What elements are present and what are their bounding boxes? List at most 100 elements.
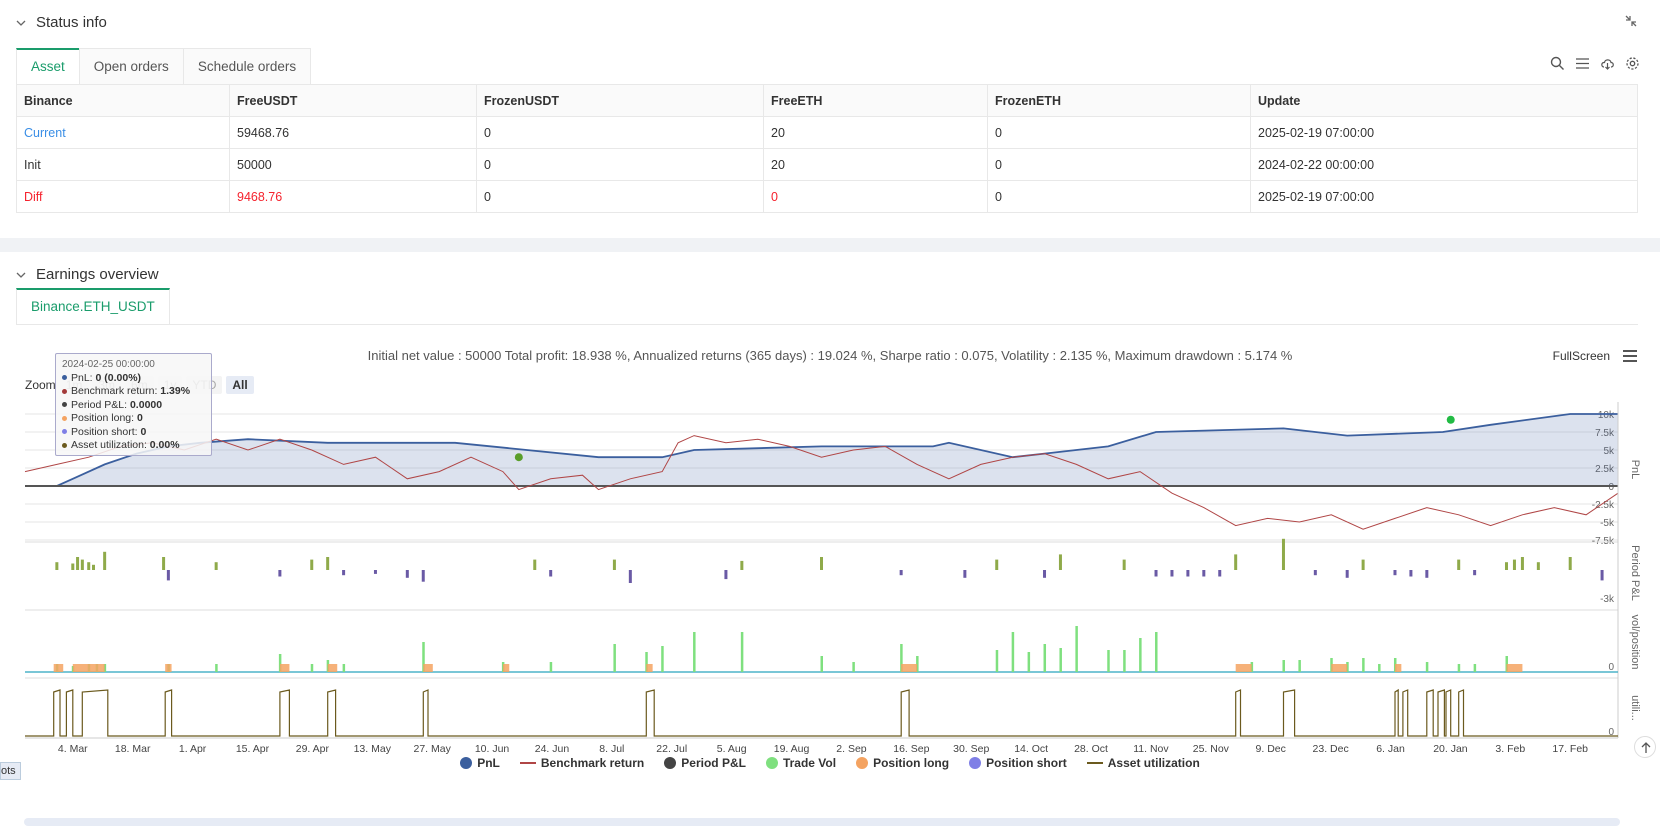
position-long-block [165,664,172,672]
scroll-top-button[interactable] [1634,736,1656,758]
trade-vol-bar [310,664,314,672]
legend-label: PnL [477,756,500,770]
legend-label: Benchmark return [540,756,645,770]
x-tick-label: 16. Sep [893,743,929,755]
trade-vol-bar [661,646,664,672]
position-long-block [1235,664,1252,672]
tab-open-orders[interactable]: Open orders [78,48,184,84]
x-tick-label: 14. Oct [1014,743,1048,755]
legend-marker [765,757,778,769]
period-pnl-bar [421,570,425,582]
hamburger-menu-icon[interactable] [1622,349,1638,363]
x-tick-label: 30. Sep [953,743,989,755]
trade-vol-bar [1123,650,1126,672]
position-long-block [1394,664,1402,672]
period-pnl-bar [963,570,967,578]
period-pnl-bar [1345,570,1349,578]
collapse-icon[interactable] [1624,14,1638,28]
table-cell: 2024-02-22 00:00:00 [1250,148,1638,181]
trade-vol-bar [613,644,616,672]
pnl-area [25,414,1618,486]
x-tick-label: 4. Mar [58,743,88,755]
col-header[interactable]: FrozenETH [987,84,1251,117]
tooltip-row: Position short: 0 [62,426,205,440]
period-pnl-bar [71,563,75,570]
chevron-down-icon[interactable] [16,270,26,280]
col-header[interactable]: Binance [16,84,230,117]
status-header[interactable]: Status info [16,14,107,31]
trade-vol-bar [1473,664,1477,672]
position-long-block [53,664,64,672]
fullscreen-button[interactable]: FullScreen [1553,349,1610,363]
col-header[interactable]: Update [1250,84,1638,117]
earnings-tabs: Binance.ETH_USDT [16,288,1638,325]
chart-navigator-scrollbar[interactable] [24,818,1620,826]
x-tick-label: 15. Apr [236,743,270,755]
gear-icon[interactable] [1625,56,1640,71]
tab-asset[interactable]: Asset [16,48,80,84]
period-pnl-bar [1058,554,1062,570]
period-tick-label: -3k [1600,594,1615,605]
period-pnl-bar [1170,570,1174,577]
legend-item[interactable]: Position long [856,756,949,770]
period-pnl-bar [55,562,59,570]
x-tick-label: 24. Jun [535,743,570,755]
period-pnl-bar [103,551,107,570]
legend-marker [460,757,473,769]
legend-label: Trade Vol [782,756,837,770]
row-label-current[interactable]: Current [16,116,230,149]
period-pnl-bar [820,557,823,570]
chevron-down-icon[interactable] [16,18,26,28]
legend-item[interactable]: Position short [969,756,1067,770]
x-tick-label: 18. Mar [115,743,151,755]
x-tick-label: 25. Nov [1193,743,1230,755]
trade-vol-bar [1075,626,1078,672]
legend-item[interactable]: Period P&L [664,756,746,770]
legend-label: Asset utilization [1107,756,1200,770]
period-pnl-bar [1281,538,1285,570]
table-cell: 2025-02-19 07:00:00 [1250,180,1638,213]
trade-vol-bar [549,662,553,672]
cloud-download-icon[interactable] [1600,56,1615,71]
trade-vol-bar [1362,658,1365,672]
legend-item[interactable]: PnL [460,756,500,770]
period-pnl-bar [166,570,170,581]
col-header[interactable]: FreeETH [763,84,988,117]
panel-axis-label: vol/position [1629,614,1641,669]
table-row: Init 50000 0 20 0 2024-02-22 00:00:00 [16,148,1638,181]
tab-schedule-orders[interactable]: Schedule orders [182,48,312,84]
tab-binance-eth-usdt[interactable]: Binance.ETH_USDT [16,288,170,324]
performance-summary: Initial net value : 50000 Total profit: … [367,348,1293,363]
earnings-chart[interactable]: 10k7.5k5k2.5k0-2.5k-5k-7.5kPnLPeriod P&L… [0,392,1660,762]
x-tick-label: 6. Jan [1376,743,1405,755]
panel-axis-label: PnL [1629,460,1641,480]
x-tick-label: 8. Jul [599,743,624,755]
col-header[interactable]: FreeUSDT [229,84,477,117]
period-pnl-bar [91,564,95,570]
legend-marker [1086,762,1103,764]
period-pnl-bar [995,559,999,570]
legend-item[interactable]: Trade Vol [765,756,837,770]
earnings-header[interactable]: Earnings overview [16,266,159,283]
trade-vol-bar [1378,664,1381,672]
trade-vol-bar [1107,650,1110,672]
period-pnl-bar [1202,570,1206,577]
period-pnl-bar [87,562,91,570]
period-pnl-bar [326,557,330,570]
period-pnl-bar [80,559,84,570]
table-row: Current 59468.76 0 20 0 2025-02-19 07:00… [16,116,1638,149]
period-pnl-bar [724,570,728,580]
period-pnl-bar [1043,570,1047,578]
list-icon[interactable] [1575,56,1590,71]
period-pnl-bar [549,570,553,577]
legend-item[interactable]: Asset utilization [1086,756,1200,770]
x-tick-label: 2. Sep [836,743,867,755]
legend-label: Position long [873,756,950,770]
search-icon[interactable] [1550,56,1565,71]
legend-item[interactable]: Benchmark return [519,756,645,770]
col-header[interactable]: FrozenUSDT [476,84,764,117]
trade-vol-bar [1155,632,1158,672]
table-cell: 20 [763,116,988,149]
panel-axis-label: utili... [1629,695,1641,721]
trade-vol-bar [342,664,346,672]
